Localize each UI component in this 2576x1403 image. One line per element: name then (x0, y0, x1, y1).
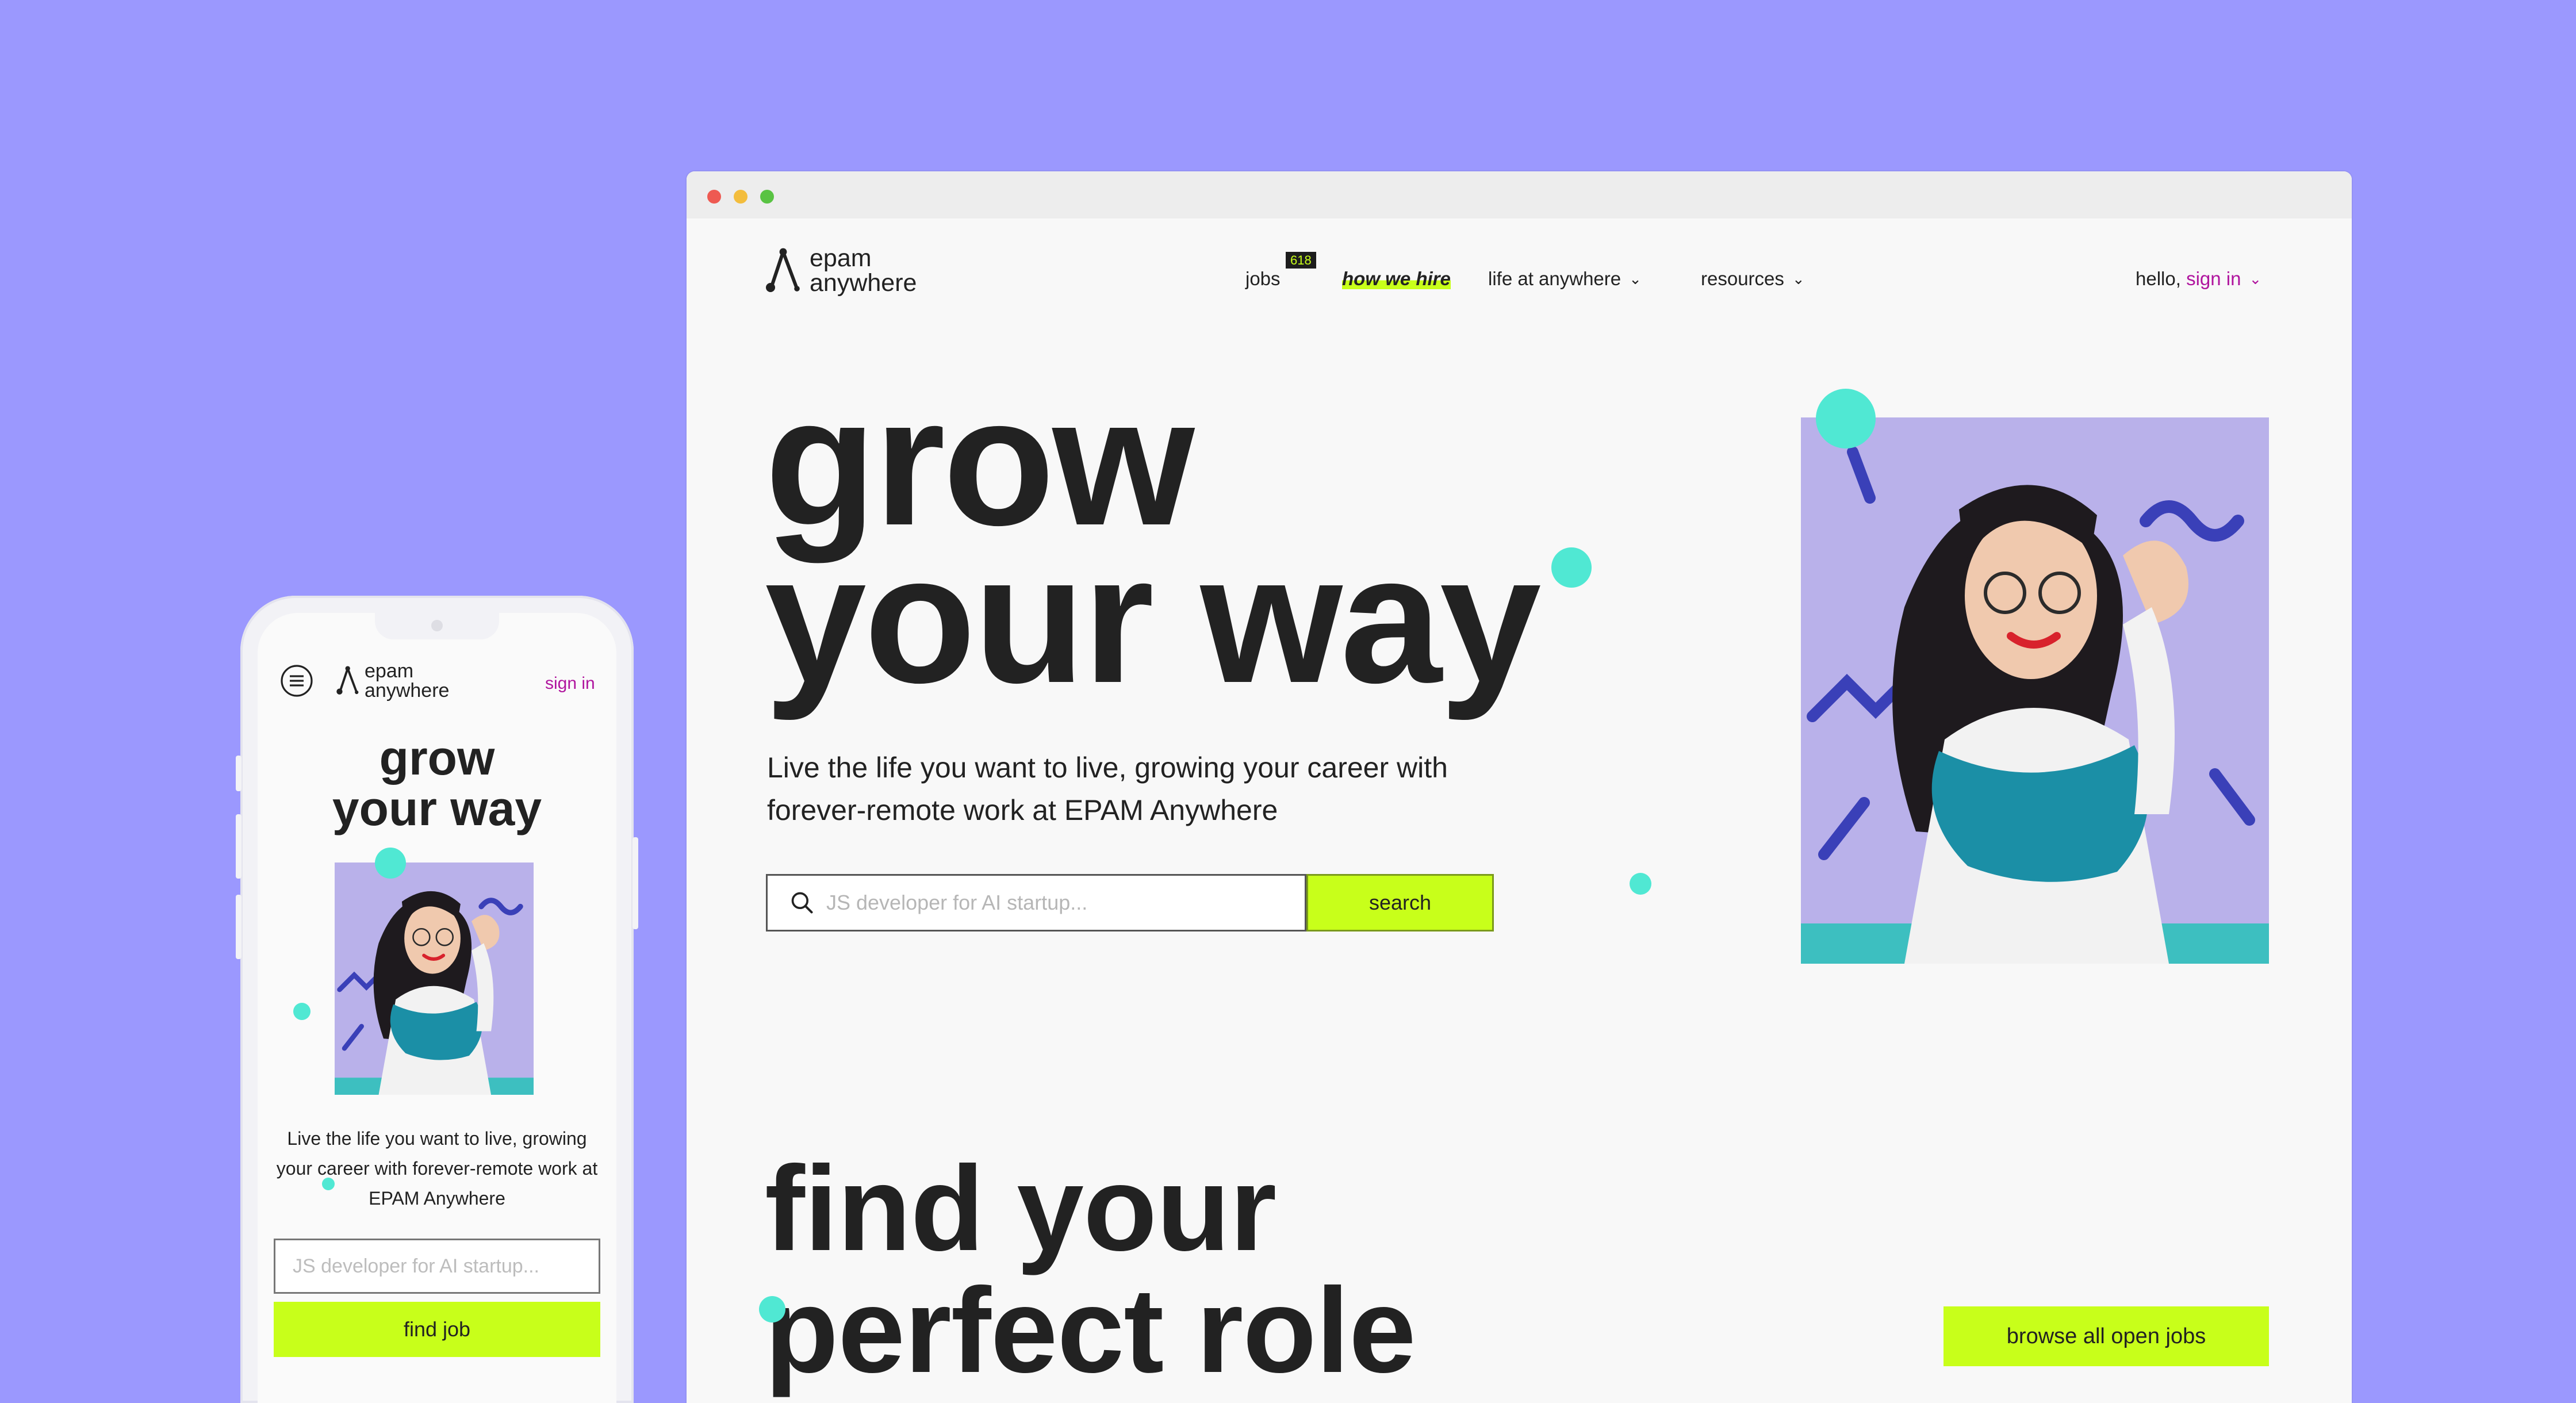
decorative-dot (375, 848, 406, 879)
nav-resources-label: resources (1701, 268, 1784, 289)
window-minimize-button[interactable] (734, 190, 747, 204)
mobile-hero-photo (335, 862, 534, 1095)
find-role-title: find your perfect role (765, 1148, 1416, 1392)
find-title-line-2: perfect role (765, 1263, 1416, 1398)
mobile-hero-title: grow your way (258, 733, 616, 834)
hero-subtitle-line-2: forever-remote work at EPAM Anywhere (767, 794, 1278, 826)
nav-resources-dropdown[interactable]: resources ⌄ (1701, 268, 1805, 290)
camera-icon (431, 620, 443, 631)
epam-logo-icon (336, 662, 361, 700)
nav-life-label: life at anywhere (1488, 268, 1621, 289)
phone-side-button (236, 895, 241, 959)
window-close-button[interactable] (707, 190, 721, 204)
decorative-dot (293, 1003, 310, 1020)
hero-photo (1801, 417, 2269, 964)
mobile-title-line-2: your way (332, 781, 542, 835)
mobile-hero-subtitle: Live the life you want to live, growing … (276, 1128, 598, 1209)
mobile-job-search-input[interactable] (274, 1239, 600, 1294)
hero-title: grow your way (765, 370, 1542, 721)
nav-jobs-link[interactable]: jobs (1245, 268, 1281, 290)
mobile-site-logo[interactable]: epam anywhere (336, 661, 449, 700)
logo-line-2: anywhere (365, 680, 450, 702)
phone-side-button (236, 814, 241, 879)
desktop-browser-window: epam anywhere jobs 618 how we hire life … (687, 171, 2352, 1403)
decorative-dot (1630, 873, 1651, 895)
decorative-dot (1816, 389, 1876, 448)
search-icon (791, 892, 813, 914)
hero-title-line-2: your way (765, 517, 1542, 721)
logo-line-1: epam (365, 660, 414, 682)
chevron-down-icon: ⌄ (1629, 270, 1642, 288)
nav-life-at-anywhere-dropdown[interactable]: life at anywhere ⌄ (1488, 268, 1642, 290)
find-title-line-1: find your (765, 1141, 1276, 1276)
epam-logo-icon (765, 245, 804, 296)
phone-side-button (632, 837, 638, 929)
hello-label: hello, (2136, 268, 2181, 289)
decorative-dot (322, 1178, 335, 1190)
logo-line-1: epam (810, 244, 872, 272)
chevron-down-icon: ⌄ (1792, 270, 1805, 288)
nav-how-we-hire-label: how we hire (1342, 268, 1451, 289)
account-menu[interactable]: hello, sign in ⌄ (2136, 268, 2261, 290)
mobile-phone-frame: epam anywhere sign in grow your way Live… (236, 596, 638, 1403)
decorative-dot (759, 1296, 785, 1322)
hero-subtitle-line-1: Live the life you want to live, growing … (767, 752, 1448, 784)
window-maximize-button[interactable] (760, 190, 774, 204)
chevron-down-icon: ⌄ (2249, 270, 2262, 288)
find-job-button[interactable]: find job (274, 1302, 600, 1357)
jobs-count-badge: 618 (1286, 252, 1316, 269)
logo-line-2: anywhere (810, 269, 917, 297)
hero-subtitle: Live the life you want to live, growing … (767, 746, 1572, 831)
job-search-box (766, 874, 1306, 931)
phone-side-button (236, 756, 241, 791)
search-button[interactable]: search (1306, 874, 1494, 931)
site-logo[interactable]: epam anywhere (765, 245, 917, 296)
job-search-input[interactable] (825, 890, 1287, 915)
sign-in-link[interactable]: sign in (2186, 268, 2241, 289)
mobile-screen: epam anywhere sign in grow your way Live… (258, 613, 616, 1403)
browser-title-bar (687, 171, 2352, 218)
mobile-sign-in-link[interactable]: sign in (545, 674, 595, 693)
browse-all-jobs-button[interactable]: browse all open jobs (1943, 1306, 2269, 1366)
phone-notch (375, 613, 499, 639)
nav-how-we-hire-link[interactable]: how we hire (1342, 268, 1451, 290)
hamburger-menu-icon[interactable] (279, 664, 314, 698)
mobile-title-line-1: grow (379, 731, 495, 785)
decorative-dot (1551, 547, 1592, 588)
